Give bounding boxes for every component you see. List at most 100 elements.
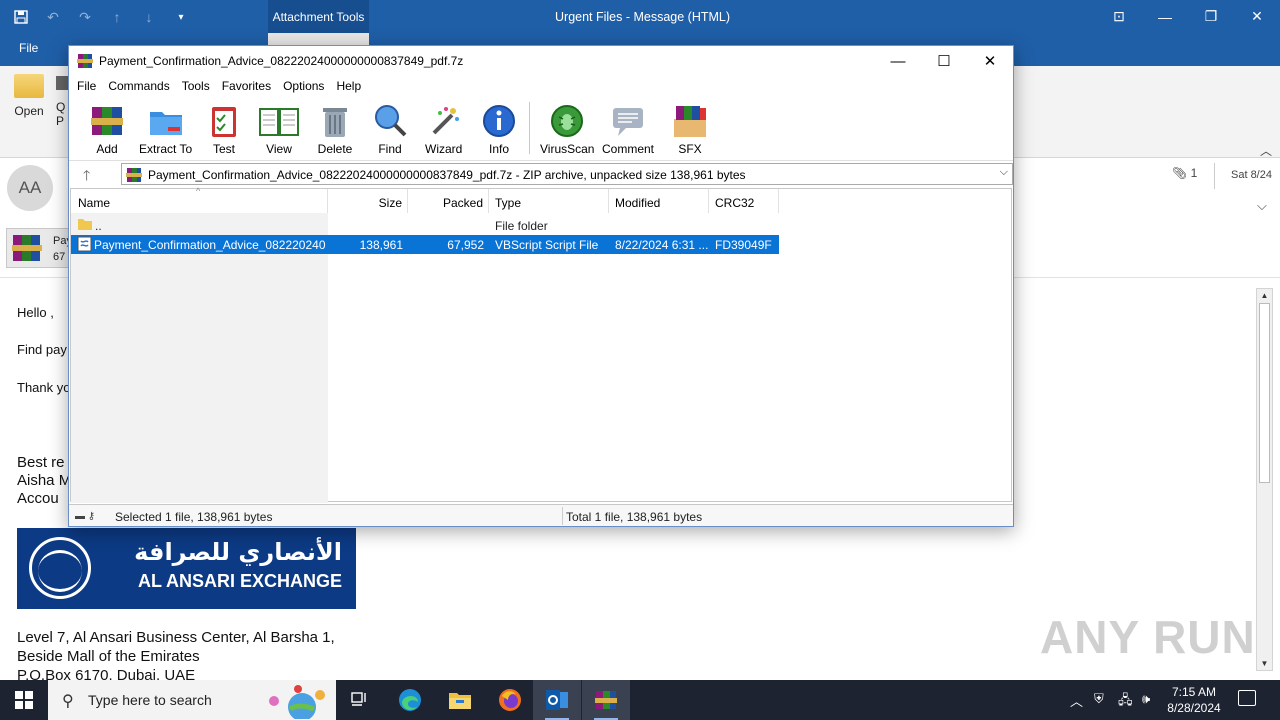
network-icon[interactable]: 🖧︎ (1118, 691, 1133, 713)
winrar-maximize-button[interactable]: ☐ (921, 46, 967, 76)
windows-logo-icon (15, 691, 33, 709)
find-button[interactable]: Find (372, 103, 408, 156)
security-icon[interactable]: ⛨ (1094, 691, 1104, 707)
path-text: Payment_Confirmation_Advice_082220240000… (148, 168, 746, 182)
extract-to-button[interactable]: Extract To (139, 103, 192, 156)
file-list: Name ^ Size Packed Type Modified CRC32 .… (70, 186, 1012, 503)
wizard-button[interactable]: Wizard (425, 103, 462, 156)
maximize-button[interactable]: ❐ (1188, 0, 1234, 33)
start-button[interactable] (0, 680, 48, 720)
info-label: Info (488, 142, 509, 156)
delete-label: Delete (317, 142, 353, 156)
attachment-chip[interactable]: Pay 67 (6, 228, 72, 268)
window-controls: ⊡ — ❐ ✕ (1096, 0, 1280, 33)
status-total: Total 1 file, 138,961 bytes (566, 510, 703, 524)
firefox-icon[interactable] (486, 680, 534, 720)
file-explorer-icon[interactable] (436, 680, 484, 720)
notifications-icon[interactable] (1238, 690, 1256, 706)
collapse-ribbon-icon[interactable]: ︿ (1260, 142, 1272, 159)
greeting: Hello , (17, 305, 54, 320)
redo-icon[interactable]: ↷ (74, 6, 96, 28)
customize-qat-icon[interactable]: ▾ (170, 6, 192, 28)
window-title: Urgent Files - Message (HTML) (555, 10, 731, 24)
minimize-button[interactable]: — (1142, 0, 1188, 33)
winrar-minimize-button[interactable]: — (875, 46, 921, 76)
scroll-up-icon[interactable]: ▲ (1259, 290, 1270, 301)
task-view-icon[interactable] (336, 680, 384, 720)
chevron-down-icon[interactable]: ⌵ (1257, 198, 1267, 214)
search-icon: ⚲ (62, 693, 74, 710)
menu-file[interactable]: File (71, 76, 102, 98)
column-size[interactable]: Size (328, 189, 408, 213)
scroll-thumb[interactable] (1259, 303, 1270, 483)
open-button[interactable]: Open (10, 74, 48, 118)
ribbon-display-options-icon[interactable]: ⊡ (1096, 0, 1142, 33)
test-clipboard-icon (206, 103, 242, 139)
sfx-label: SFX (678, 142, 702, 156)
archive-icon (126, 167, 142, 183)
message-scrollbar[interactable]: ▲ ▼ (1256, 288, 1273, 671)
scroll-down-icon[interactable]: ▼ (1259, 658, 1270, 669)
body-line-2: Thank yo (17, 380, 71, 395)
row-packed: 67,952 (447, 238, 484, 252)
table-row[interactable]: .. File folder (71, 216, 781, 235)
outlook-icon[interactable] (533, 680, 581, 720)
winrar-menubar: File Commands Tools Favorites Options He… (69, 76, 1013, 98)
winrar-titlebar: Payment_Confirmation_Advice_082220240000… (69, 46, 1013, 76)
delete-button[interactable]: Delete (317, 103, 353, 156)
column-crc32[interactable]: CRC32 (709, 189, 779, 213)
undo-icon[interactable]: ↶ (42, 6, 64, 28)
volume-icon[interactable]: 🕪︎ (1142, 691, 1150, 707)
taskbar-search-box[interactable]: ⚲ Type here to search (48, 680, 336, 720)
attachment-count: 📎︎ 1 (1172, 166, 1197, 180)
anyrun-watermark: ANY RUN (1040, 611, 1256, 663)
chevron-down-icon[interactable]: ⌵ (1000, 166, 1008, 179)
edge-browser-icon[interactable] (386, 680, 434, 720)
path-combobox[interactable]: Payment_Confirmation_Advice_082220240000… (121, 163, 1013, 185)
menu-commands[interactable]: Commands (102, 76, 175, 98)
view-book-icon (258, 103, 300, 139)
column-type[interactable]: Type (489, 189, 609, 213)
virusscan-label: VirusScan (540, 142, 595, 156)
al-ansari-logo: الأنصاري للصرافة AL ANSARI EXCHANGE (17, 528, 356, 609)
winrar-archive-icon (11, 233, 43, 263)
folder-open-icon (14, 74, 44, 98)
trash-icon (317, 103, 353, 139)
add-button[interactable]: Add (89, 103, 125, 156)
view-button[interactable]: View (258, 103, 300, 156)
down-arrow-icon[interactable]: ↓ (138, 6, 160, 28)
logo-arabic-text: الأنصاري للصرافة (134, 538, 342, 566)
signature-line-1: Best re (17, 454, 65, 471)
comment-button[interactable]: Comment (602, 103, 654, 156)
sfx-button[interactable]: SFX (670, 103, 710, 156)
up-arrow-icon[interactable]: ↑ (106, 6, 128, 28)
column-modified[interactable]: Modified (609, 189, 709, 213)
table-row-selected[interactable]: Payment_Confirmation_Advice_082220240...… (71, 235, 779, 254)
up-folder-icon[interactable]: 🡑 (83, 165, 90, 189)
add-label: Add (96, 142, 118, 156)
winrar-close-button[interactable]: ✕ (967, 46, 1013, 76)
search-highlight-art (262, 683, 332, 720)
address-bar: 🡑 Payment_Confirmation_Advice_0822202400… (69, 160, 1013, 186)
test-label: Test (212, 142, 235, 156)
attachment-tools-tab[interactable]: Attachment Tools (268, 0, 369, 33)
search-placeholder: Type here to search (88, 692, 212, 708)
column-packed[interactable]: Packed (408, 189, 489, 213)
status-divider (562, 507, 563, 525)
menu-favorites[interactable]: Favorites (216, 76, 277, 98)
clock[interactable]: 7:15 AM 8/28/2024 (1160, 684, 1228, 716)
file-tab[interactable]: File (19, 41, 38, 55)
close-button[interactable]: ✕ (1234, 0, 1280, 33)
winrar-taskbar-icon[interactable] (582, 680, 630, 720)
virusscan-button[interactable]: VirusScan (540, 103, 594, 156)
save-icon[interactable] (10, 6, 32, 28)
info-button[interactable]: Info (481, 103, 517, 156)
address-line-3: P.O.Box 6170, Dubai, UAE (17, 667, 196, 680)
address-line-2: Beside Mall of the Emirates (17, 648, 200, 665)
show-hidden-icons-icon[interactable]: ︿ (1070, 691, 1083, 710)
test-button[interactable]: Test (206, 103, 242, 156)
menu-options[interactable]: Options (277, 76, 330, 98)
row-crc32: FD39049F (715, 238, 772, 252)
menu-tools[interactable]: Tools (176, 76, 216, 98)
menu-help[interactable]: Help (330, 76, 367, 98)
